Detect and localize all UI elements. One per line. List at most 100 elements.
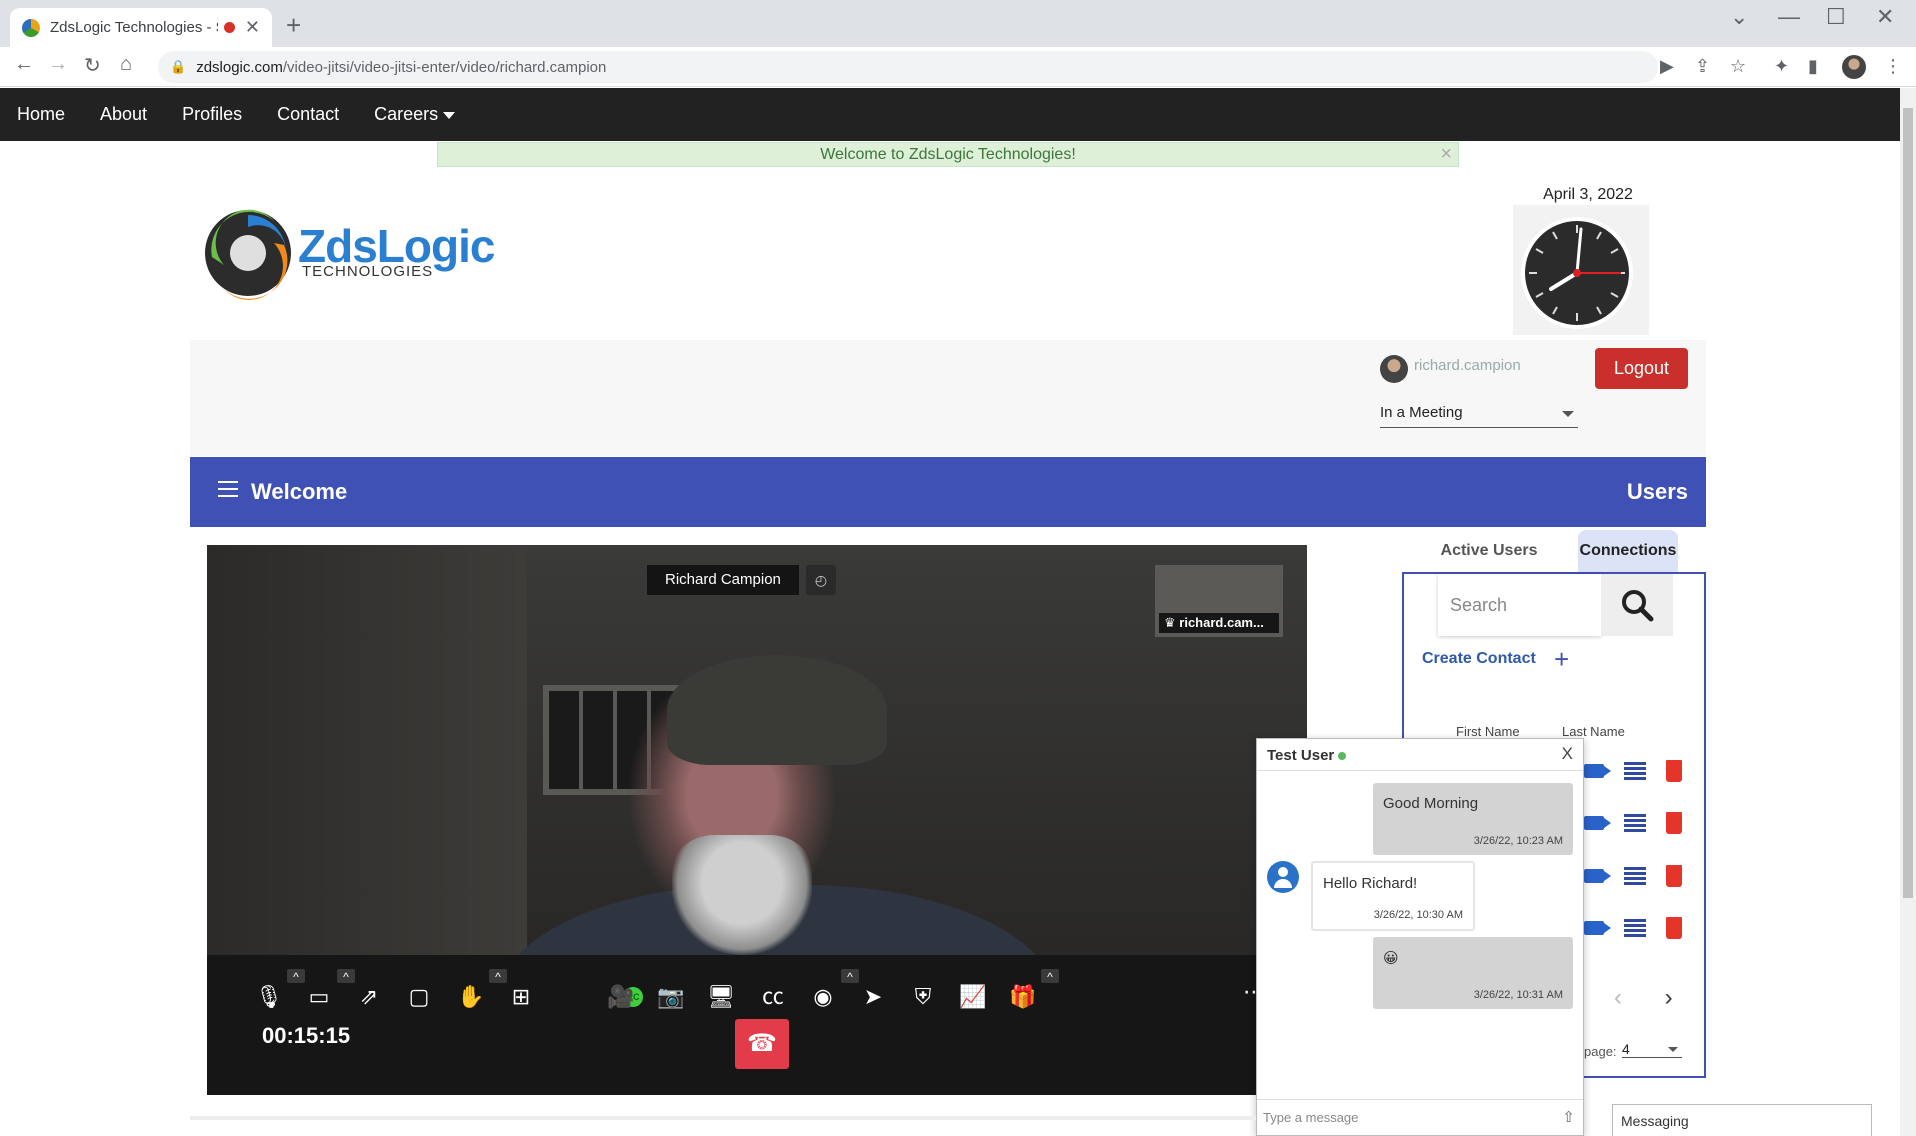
- alert-text: Welcome to ZdsLogic Technologies!: [820, 146, 1076, 163]
- browser-tabstrip: ZdsLogic Technologies - Sof ✕ + ⌄ — ☐ ✕: [0, 0, 1916, 47]
- nav-careers[interactable]: Careers: [374, 104, 456, 125]
- microphone-icon[interactable]: 🎙: [255, 969, 305, 1011]
- details-list-icon[interactable]: [1624, 919, 1646, 937]
- chat-icon[interactable]: ▢: [405, 983, 433, 1011]
- message-time: 3/26/22, 10:30 AM: [1373, 909, 1463, 921]
- tab-active-users[interactable]: Active Users: [1404, 530, 1574, 572]
- camera-in-use-icon[interactable]: ▶: [1660, 56, 1674, 77]
- closed-captions-icon[interactable]: ㏄: [759, 983, 787, 1011]
- delete-trash-icon[interactable]: [1666, 917, 1682, 939]
- page-scrollbar[interactable]: [1900, 88, 1916, 1136]
- welcome-header-bar: Welcome Users: [190, 457, 1706, 527]
- nav-profiles[interactable]: Profiles: [182, 104, 242, 125]
- screen-share-icon[interactable]: ⇗: [355, 983, 383, 1011]
- pointer-icon[interactable]: ➤: [859, 983, 887, 1011]
- browser-toolbar: ← → ↻ ⌂ 🔒 zdslogic.com/video-jitsi/video…: [0, 47, 1916, 87]
- thumbnail-label: ♛ richard.cam...: [1159, 613, 1279, 633]
- prev-page-icon[interactable]: ‹: [1614, 984, 1622, 1011]
- nav-about[interactable]: About: [100, 104, 147, 125]
- add-contact-icon[interactable]: +: [1554, 644, 1569, 675]
- meeting-timer: 00:15:15: [262, 1023, 351, 1048]
- chat-contact-label: Test User: [1267, 747, 1335, 764]
- close-window-button[interactable]: ✕: [1876, 4, 1894, 30]
- message-time: 3/26/22, 10:23 AM: [1473, 835, 1563, 847]
- minimize-window-button[interactable]: —: [1778, 4, 1800, 30]
- user-avatar[interactable]: [1380, 355, 1408, 383]
- tab-search-icon[interactable]: ⌄: [1730, 4, 1748, 30]
- search-button[interactable]: [1601, 574, 1673, 636]
- forward-icon[interactable]: →: [48, 53, 68, 76]
- table-row: [1584, 865, 1694, 895]
- upload-icon[interactable]: ⇧: [1562, 1108, 1575, 1126]
- browser-tab[interactable]: ZdsLogic Technologies - Sof ✕: [10, 8, 272, 47]
- side-panel-icon[interactable]: ▮: [1808, 56, 1818, 77]
- tab-connections[interactable]: Connections: [1578, 530, 1678, 572]
- details-list-icon[interactable]: [1624, 814, 1646, 832]
- video-conference[interactable]: Richard Campion ◴ ♛ richard.cam... 🎙 ▭ ⇗…: [207, 545, 1307, 1095]
- nav-careers-label: Careers: [374, 104, 439, 124]
- hang-up-button[interactable]: ☎: [735, 1019, 789, 1069]
- users-tabs: Active Users Connections: [1404, 530, 1706, 572]
- details-list-icon[interactable]: [1624, 762, 1646, 780]
- next-page-icon[interactable]: ›: [1665, 984, 1673, 1011]
- alert-close-icon[interactable]: ×: [1440, 143, 1452, 166]
- message-text: 😀: [1383, 950, 1399, 967]
- nav-home[interactable]: Home: [17, 104, 65, 125]
- col-first-name[interactable]: First Name: [1456, 724, 1520, 739]
- contact-avatar-icon: [1267, 861, 1299, 893]
- meeting-toolbar: 🎙 ▭ ⇗ ▢ ✋ ⊞ RC 🎥 📷 🖥 ㏄ ◉ ➤ ⛨ 📈 🎁 ⋯ 00:15…: [207, 955, 1307, 1095]
- home-icon[interactable]: ⌂: [120, 53, 132, 76]
- video-call-icon[interactable]: [1584, 764, 1611, 778]
- pagination: ‹ ›: [1614, 984, 1673, 1012]
- create-contact-link[interactable]: Create Contact: [1422, 650, 1536, 668]
- logo-subtext: TECHNOLOGIES: [302, 263, 434, 280]
- company-logo[interactable]: ZdsLogic TECHNOLOGIES: [204, 205, 504, 305]
- delete-trash-icon[interactable]: [1666, 812, 1682, 834]
- tile-view-icon[interactable]: ⊞: [507, 983, 535, 1011]
- share-icon[interactable]: ⇪: [1695, 56, 1710, 77]
- presentation-screen-icon[interactable]: 🖥: [707, 983, 735, 1011]
- browser-menu-icon[interactable]: ⋮: [1884, 56, 1902, 77]
- snapshot-icon[interactable]: 📷: [657, 983, 685, 1011]
- extensions-icon[interactable]: ✦: [1774, 56, 1789, 77]
- contact-search-input[interactable]: Search: [1438, 574, 1601, 636]
- video-camera-icon[interactable]: 🎥: [607, 983, 635, 1011]
- back-icon[interactable]: ←: [14, 53, 34, 76]
- close-tab-icon[interactable]: ✕: [245, 17, 260, 38]
- details-list-icon[interactable]: [1624, 867, 1646, 885]
- presence-status-select[interactable]: In a Meeting: [1380, 400, 1578, 428]
- per-page-select[interactable]: 4: [1622, 1041, 1682, 1058]
- bookmark-star-icon[interactable]: ☆: [1730, 56, 1746, 77]
- nav-contact[interactable]: Contact: [277, 104, 339, 125]
- col-last-name[interactable]: Last Name: [1562, 724, 1625, 739]
- participant-icon[interactable]: ◉: [809, 969, 859, 1011]
- caret-down-icon: [443, 111, 456, 119]
- recording-indicator-icon: [223, 22, 235, 33]
- delete-trash-icon[interactable]: [1666, 760, 1682, 782]
- delete-trash-icon[interactable]: [1666, 865, 1682, 887]
- site-favicon-icon: [22, 18, 40, 37]
- address-bar[interactable]: 🔒 zdslogic.com/video-jitsi/video-jitsi-e…: [158, 51, 1658, 83]
- reload-icon[interactable]: ↻: [84, 53, 101, 78]
- messaging-bar[interactable]: Messaging: [1612, 1104, 1872, 1136]
- items-per-page: page: 4: [1584, 1041, 1682, 1059]
- profile-avatar[interactable]: [1842, 55, 1866, 79]
- chat-close-button[interactable]: X: [1562, 744, 1573, 764]
- connection-quality-icon[interactable]: ◴: [806, 565, 836, 595]
- message-time: 3/26/22, 10:31 AM: [1473, 989, 1563, 1001]
- gift-icon[interactable]: 🎁: [1009, 969, 1059, 1011]
- self-view-thumbnail[interactable]: ♛ richard.cam...: [1155, 565, 1283, 637]
- camera-icon[interactable]: ▭: [305, 969, 355, 1011]
- video-call-icon[interactable]: [1584, 921, 1611, 935]
- logout-button[interactable]: Logout: [1595, 348, 1688, 389]
- chat-message-input[interactable]: Type a message: [1257, 1099, 1583, 1135]
- new-tab-button[interactable]: +: [286, 10, 301, 41]
- whiteboard-icon[interactable]: 📈: [959, 983, 987, 1011]
- hamburger-menu-icon[interactable]: [218, 481, 238, 502]
- security-shield-icon[interactable]: ⛨: [909, 983, 937, 1011]
- maximize-window-button[interactable]: ☐: [1826, 4, 1846, 30]
- video-call-icon[interactable]: [1584, 869, 1611, 883]
- raise-hand-icon[interactable]: ✋: [457, 969, 507, 1011]
- table-row: [1584, 760, 1694, 790]
- video-call-icon[interactable]: [1584, 816, 1611, 830]
